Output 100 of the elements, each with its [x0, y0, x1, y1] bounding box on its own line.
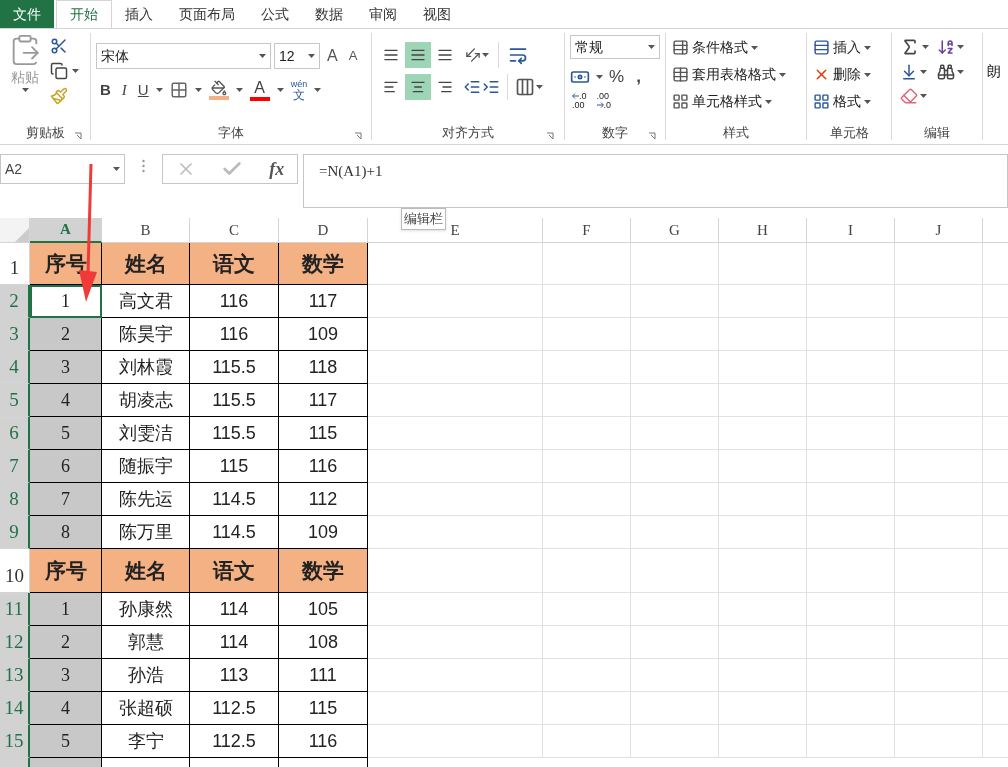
merge-cells-icon[interactable]: [515, 77, 535, 97]
caret-icon[interactable]: [536, 85, 543, 89]
column-header[interactable]: A: [30, 218, 102, 243]
caret-icon[interactable]: [864, 99, 871, 104]
caret-icon[interactable]: [259, 54, 266, 58]
italic-button[interactable]: I: [117, 79, 131, 102]
file-tab[interactable]: 文件: [0, 0, 54, 28]
caret-icon[interactable]: [957, 45, 964, 49]
row-header[interactable]: 3: [0, 318, 30, 351]
copy-icon[interactable]: [50, 62, 68, 80]
name-box[interactable]: A2: [0, 154, 125, 184]
formula-field[interactable]: =N(A1)+1: [303, 154, 1008, 208]
caret-icon[interactable]: [482, 53, 489, 57]
column-header[interactable]: D: [279, 218, 368, 243]
caret-icon[interactable]: [957, 70, 964, 74]
font-name-field[interactable]: 宋体: [96, 43, 271, 69]
caret-icon[interactable]: [922, 45, 929, 49]
indent-icon[interactable]: [482, 78, 500, 96]
increase-decimal-button[interactable]: .0 .00: [572, 91, 587, 110]
cells-menu-button[interactable]: 格式: [813, 91, 885, 112]
decrease-decimal-button[interactable]: .00 .0: [596, 91, 612, 110]
row-header[interactable]: 2: [0, 285, 30, 318]
percent-button[interactable]: %: [609, 64, 625, 90]
sort-icon[interactable]: [937, 38, 955, 56]
read-aloud-button[interactable]: 朗: [987, 61, 1001, 82]
row-header[interactable]: 15: [0, 725, 30, 758]
ribbon-tab[interactable]: 公式: [248, 0, 302, 28]
style-menu-button[interactable]: 条件格式: [672, 37, 800, 58]
wrap-text-icon[interactable]: [508, 45, 528, 65]
row-header[interactable]: 8: [0, 483, 30, 516]
outdent-icon[interactable]: [463, 78, 481, 96]
align-icon[interactable]: [405, 74, 431, 100]
row-header[interactable]: 10: [0, 549, 30, 593]
ribbon-tab[interactable]: 数据: [302, 0, 356, 28]
column-header[interactable]: I: [807, 218, 895, 243]
orientation-icon[interactable]: [465, 47, 481, 63]
style-menu-button[interactable]: 单元格样式: [672, 91, 800, 112]
cells-menu-button[interactable]: 插入: [813, 37, 885, 58]
number-format-field[interactable]: 常规: [570, 35, 660, 59]
row-header[interactable]: 7: [0, 450, 30, 483]
caret-icon[interactable]: [113, 167, 120, 171]
caret-icon[interactable]: [765, 99, 772, 104]
bold-button[interactable]: B: [100, 79, 111, 102]
fill-down-icon[interactable]: [900, 63, 918, 81]
column-header[interactable]: H: [719, 218, 807, 243]
eraser-icon[interactable]: [900, 87, 918, 105]
row-header[interactable]: 14: [0, 692, 30, 725]
fill-color-icon[interactable]: [208, 80, 229, 101]
style-menu-button[interactable]: 套用表格格式: [672, 64, 800, 85]
caret-icon[interactable]: [235, 88, 243, 93]
dialog-launcher-icon[interactable]: [546, 132, 554, 140]
ribbon-tab[interactable]: 视图: [410, 0, 464, 28]
caret-icon[interactable]: [21, 88, 29, 92]
column-header[interactable]: J: [895, 218, 983, 243]
borders-icon[interactable]: [169, 81, 188, 100]
caret-icon[interactable]: [864, 45, 871, 50]
caret-icon[interactable]: [920, 70, 927, 74]
column-header[interactable]: G: [631, 218, 719, 243]
ribbon-tab[interactable]: 开始: [56, 0, 112, 28]
scissors-icon[interactable]: [50, 37, 68, 55]
row-header[interactable]: 12: [0, 626, 30, 659]
caret-icon[interactable]: [276, 88, 284, 93]
row-header[interactable]: 9: [0, 516, 30, 549]
row-header[interactable]: 13: [0, 659, 30, 692]
ribbon-tab[interactable]: 页面布局: [166, 0, 248, 28]
row-header[interactable]: 1: [0, 243, 30, 285]
comma-button[interactable]: ,: [630, 64, 647, 90]
column-header[interactable]: F: [543, 218, 631, 243]
caret-icon[interactable]: [72, 69, 79, 73]
caret-icon[interactable]: [596, 74, 603, 79]
dialog-launcher-icon[interactable]: [74, 132, 82, 140]
column-header[interactable]: B: [102, 218, 190, 243]
find-icon[interactable]: [937, 63, 955, 81]
dialog-launcher-icon[interactable]: [354, 132, 362, 140]
ribbon-tab[interactable]: 插入: [112, 0, 166, 28]
caret-icon[interactable]: [314, 88, 322, 93]
cells-menu-button[interactable]: 删除: [813, 64, 885, 85]
caret-icon[interactable]: [155, 88, 163, 93]
shrink-font-button[interactable]: A: [344, 46, 362, 66]
phonetic-guide-button[interactable]: wén 文: [290, 79, 308, 101]
dialog-launcher-icon[interactable]: [648, 132, 656, 140]
caret-icon[interactable]: [751, 45, 758, 50]
row-header[interactable]: 4: [0, 351, 30, 384]
caret-icon[interactable]: [648, 45, 655, 49]
caret-icon[interactable]: [194, 88, 202, 93]
caret-icon[interactable]: [308, 54, 315, 58]
font-size-field[interactable]: 12: [274, 43, 320, 69]
grow-font-button[interactable]: A: [323, 44, 342, 68]
column-header[interactable]: C: [190, 218, 279, 243]
align-icon[interactable]: [405, 42, 431, 68]
caret-icon[interactable]: [864, 72, 871, 77]
row-header[interactable]: 5: [0, 384, 30, 417]
font-color-button[interactable]: A: [249, 79, 270, 101]
caret-icon[interactable]: [779, 72, 786, 77]
insert-function-button[interactable]: fx: [269, 155, 285, 183]
underline-button[interactable]: U: [137, 79, 149, 102]
caret-icon[interactable]: [920, 94, 927, 98]
row-header[interactable]: 11: [0, 593, 30, 626]
ribbon-tab[interactable]: 审阅: [356, 0, 410, 28]
row-header[interactable]: 6: [0, 417, 30, 450]
